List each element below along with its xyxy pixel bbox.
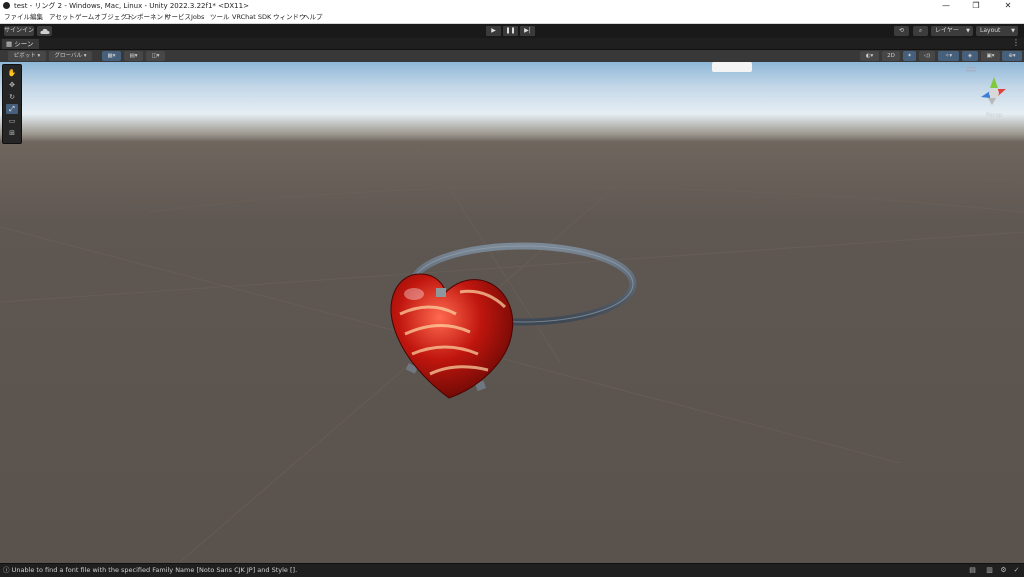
layout-dropdown[interactable]: Layout ▼ <box>976 26 1018 36</box>
global-label: グローバル <box>54 53 82 59</box>
increment-snap-icon[interactable]: ◫▾ <box>146 51 165 61</box>
transform-tool-icon[interactable]: ⊞ <box>6 128 18 138</box>
status-text: Unable to find a font file with the spec… <box>11 566 298 574</box>
effects-icon[interactable]: ✧▾ <box>938 51 959 61</box>
search-icon[interactable]: ⌕ <box>913 26 928 36</box>
scene-viewport[interactable]: Persp <box>0 62 1024 563</box>
scene-tab-icon: ▦ <box>6 40 13 48</box>
lighting-icon[interactable]: ✦ <box>903 51 916 61</box>
menu-jobs[interactable]: Jobs <box>191 13 204 22</box>
menu-vrchat-sdk[interactable]: VRChat SDK <box>232 13 271 22</box>
audio-icon[interactable]: ◁) <box>919 51 935 61</box>
layers-label: レイヤー <box>935 27 959 34</box>
menu-assets[interactable]: アセット <box>49 13 75 22</box>
hidden-objects-icon[interactable]: ◈ <box>962 51 978 61</box>
draw-mode-icon[interactable]: ◐▾ <box>860 51 879 61</box>
history-icon[interactable]: ⟲ <box>894 26 909 36</box>
layers-dropdown[interactable]: レイヤー ▼ <box>931 26 973 36</box>
camera-icon[interactable]: ▣▾ <box>981 51 1000 61</box>
gizmos-icon[interactable]: ⊕▾ <box>1002 51 1022 61</box>
status-bar: ⓘ Unable to find a font file with the sp… <box>0 563 1024 577</box>
menu-services[interactable]: サービス <box>165 13 191 22</box>
tools-palette: ✋ ✥ ↻ ⤢ ▭ ⊞ <box>2 64 22 144</box>
rect-tool-icon[interactable]: ▭ <box>6 116 18 126</box>
status-message[interactable]: ⓘ Unable to find a font file with the sp… <box>3 566 297 575</box>
menu-window[interactable]: ウィンドウ <box>273 13 306 22</box>
close-button[interactable]: ✕ <box>994 0 1022 12</box>
menu-tools[interactable]: ツール <box>210 13 230 22</box>
settings-icon[interactable]: ⚙ <box>999 566 1008 575</box>
rotate-tool-icon[interactable]: ↻ <box>6 92 18 102</box>
ground-grid <box>0 141 1024 563</box>
2d-toggle[interactable]: 2D <box>882 51 900 61</box>
menu-help[interactable]: ヘルプ <box>303 13 323 22</box>
scene-render <box>0 62 1024 563</box>
menu-component[interactable]: コンポーネント <box>124 13 170 22</box>
menu-bar: ファイル 編集 アセット ゲームオブジェクト コンポーネント サービス Jobs… <box>0 12 1024 24</box>
orientation-gizmo[interactable] <box>981 77 1006 105</box>
main-toolbar: サインイン ▶ ❚❚ ▶| ⟲ ⌕ レイヤー ▼ Layout ▼ <box>0 24 1024 38</box>
scale-tool-icon[interactable]: ⤢ <box>6 104 18 114</box>
scene-overlay-tab <box>712 62 752 72</box>
pivot-dropdown[interactable]: ピボット ▾ <box>8 51 46 61</box>
sign-in-button[interactable]: サインイン <box>4 26 34 36</box>
hand-tool-icon[interactable]: ✋ <box>6 68 18 78</box>
grid-visibility-icon[interactable]: ▤▾ <box>124 51 143 61</box>
cloud-icon[interactable] <box>37 26 52 36</box>
console-icon[interactable]: ▥ <box>985 566 994 575</box>
move-tool-icon[interactable]: ✥ <box>6 80 18 90</box>
scene-tab-bar: ▦ シーン ⋮ <box>0 38 1024 50</box>
grid-snap-icon[interactable]: ▦▾ <box>102 51 121 61</box>
projection-label: Persp <box>986 112 1003 119</box>
window-title: test - リング 2 - Windows, Mac, Linux - Uni… <box>14 2 249 10</box>
more-options-icon[interactable]: ⋮ <box>1012 38 1020 48</box>
chevron-down-icon: ▼ <box>966 28 970 34</box>
global-dropdown[interactable]: グローバル ▾ <box>49 51 92 61</box>
window-title-bar: test - リング 2 - Windows, Mac, Linux - Uni… <box>0 0 1024 12</box>
pause-button[interactable]: ❚❚ <box>503 26 518 36</box>
progress-icon[interactable]: ▤ <box>968 566 977 575</box>
prong <box>436 288 446 297</box>
heart-gem <box>390 273 514 399</box>
play-button[interactable]: ▶ <box>486 26 501 36</box>
layout-label: Layout <box>980 27 1001 34</box>
chevron-down-icon: ▼ <box>1011 28 1015 34</box>
menu-edit[interactable]: 編集 <box>30 13 43 22</box>
maximize-button[interactable]: ❐ <box>962 0 990 12</box>
minimize-button[interactable]: — <box>932 0 960 12</box>
tab-scene[interactable]: ▦ シーン <box>2 39 40 49</box>
warning-icon: ⓘ <box>3 566 10 574</box>
unity-app-icon <box>3 2 10 9</box>
scene-tab-label: シーン <box>14 40 34 48</box>
menu-file[interactable]: ファイル <box>4 13 30 22</box>
check-icon[interactable]: ✓ <box>1012 566 1021 575</box>
step-button[interactable]: ▶| <box>520 26 535 36</box>
pivot-label: ピボット <box>13 53 36 59</box>
